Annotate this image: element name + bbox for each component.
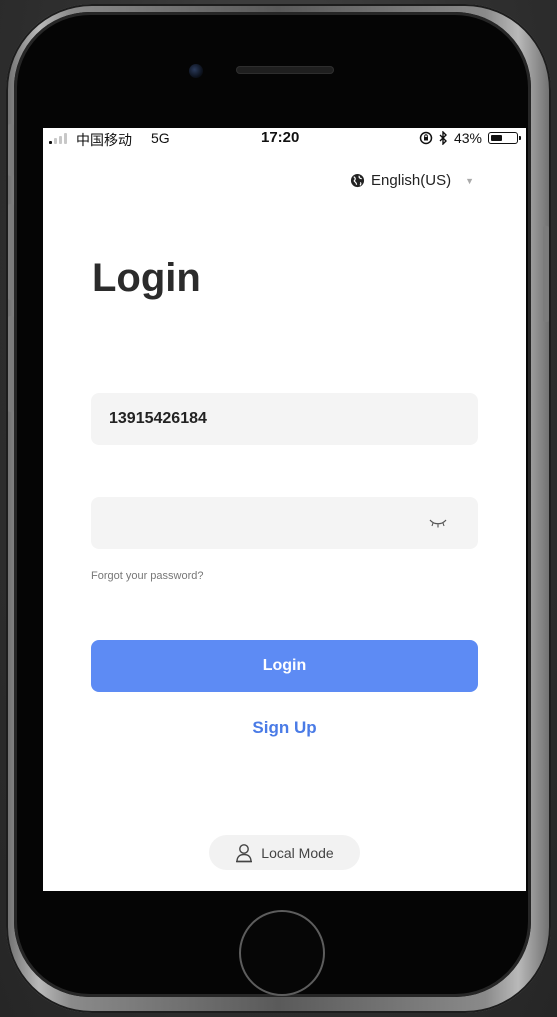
language-selector[interactable]: English(US) ▼	[350, 172, 474, 189]
app-screen: 中国移动 5G 17:20 43% English(US) ▼ Login 13…	[43, 128, 526, 891]
phone-field[interactable]	[91, 393, 478, 445]
local-mode-button[interactable]: Local Mode	[209, 835, 360, 870]
forgot-password-link[interactable]: Forgot your password?	[91, 570, 204, 582]
language-label: English(US)	[371, 172, 452, 189]
orientation-lock-icon	[419, 131, 433, 145]
bluetooth-icon	[439, 131, 447, 145]
globe-icon	[350, 173, 365, 188]
network-type: 5G	[151, 130, 170, 146]
eye-closed-icon[interactable]	[428, 517, 448, 529]
password-field[interactable]	[91, 497, 478, 549]
status-bar: 中国移动 5G 17:20 43%	[43, 128, 526, 148]
dropdown-caret-icon: ▼	[465, 175, 474, 186]
login-button[interactable]: Login	[91, 640, 478, 692]
page-title: Login	[92, 256, 201, 300]
signal-icon	[49, 133, 67, 144]
battery-icon	[488, 132, 521, 144]
front-camera	[189, 64, 203, 78]
status-time: 17:20	[261, 129, 300, 146]
sign-up-link[interactable]: Sign Up	[43, 718, 526, 738]
battery-percent: 43%	[453, 130, 482, 146]
carrier-name: 中国移动	[76, 132, 132, 148]
person-icon	[236, 843, 253, 862]
battery-fill	[491, 135, 502, 141]
password-input[interactable]	[107, 513, 462, 533]
local-mode-label: Local Mode	[261, 844, 334, 861]
power-button	[543, 226, 549, 322]
earpiece-speaker	[236, 66, 334, 74]
phone-input[interactable]	[107, 409, 462, 429]
home-button[interactable]	[239, 910, 325, 996]
